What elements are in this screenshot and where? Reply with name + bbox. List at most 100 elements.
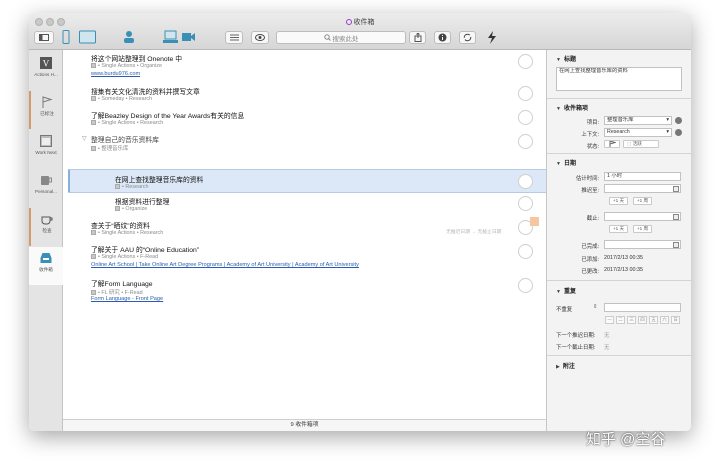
repeat-interval-field[interactable] bbox=[604, 303, 681, 312]
sidebar-item-review[interactable]: 检查 bbox=[29, 208, 63, 246]
flag-marker[interactable] bbox=[530, 217, 539, 226]
item-meta: • Single Actions • F-Read bbox=[91, 254, 158, 260]
list-icon bbox=[229, 34, 239, 41]
flag-toggle[interactable] bbox=[604, 140, 620, 148]
list-item[interactable]: 将这个网站整理到 Onenote 中 • Single Actions • Or… bbox=[63, 50, 546, 82]
due-field[interactable] bbox=[604, 212, 681, 221]
inbox-section-header[interactable]: ▼ 收件箱项 bbox=[556, 103, 588, 112]
list-item[interactable]: ▽ 整理自己的音乐资料库 • 整理音乐库 bbox=[63, 131, 546, 154]
repeat-section-header[interactable]: ▼ 重复 bbox=[556, 286, 576, 295]
status-circle[interactable] bbox=[518, 86, 533, 101]
item-title[interactable]: 了解关于 AAU 的“Online Education” bbox=[91, 244, 199, 254]
context-label: 上下文: bbox=[581, 132, 599, 138]
item-link[interactable]: www.burdu976.com bbox=[91, 71, 140, 77]
estimate-field[interactable]: 1 小时 bbox=[604, 172, 681, 181]
status-circle[interactable] bbox=[518, 174, 533, 189]
person-view-icon[interactable] bbox=[122, 30, 136, 44]
inspector-button[interactable] bbox=[434, 31, 451, 44]
list-item-selected[interactable]: 在网上查找整理音乐库的资料 • Research bbox=[68, 169, 546, 193]
weekday-button[interactable]: 六 bbox=[660, 316, 669, 324]
inbox-tray-icon bbox=[40, 253, 52, 263]
item-title[interactable]: 整理自己的音乐资料库 bbox=[91, 134, 159, 144]
calendar-icon[interactable] bbox=[673, 242, 679, 248]
added-value: 2017/2/13 00:35 bbox=[604, 255, 643, 261]
status-select[interactable]: ▢ 活跃 bbox=[623, 140, 659, 148]
view-options-button[interactable] bbox=[225, 31, 243, 44]
estimate-label: 估计时间: bbox=[575, 176, 599, 182]
search-placeholder: 搜索此处 bbox=[332, 35, 359, 43]
item-title[interactable]: 了解Beazley Design of the Year Awards有关的信息 bbox=[91, 110, 244, 120]
item-title[interactable]: 搜集有关文化清洗的资料并撰写文章 bbox=[91, 86, 200, 96]
defer-field[interactable] bbox=[604, 184, 681, 193]
item-title[interactable]: 在网上查找整理音乐库的资料 bbox=[115, 174, 203, 184]
stepper-icon[interactable]: ⇕ bbox=[593, 304, 598, 310]
list-item[interactable]: 了解Form Language • FL 研究 • F-Read Form La… bbox=[63, 275, 546, 308]
sidebar-item-personal[interactable]: Personal... bbox=[29, 169, 63, 207]
due-plus-day-button[interactable]: +1 天 bbox=[609, 225, 628, 233]
weekday-button[interactable]: 一 bbox=[605, 316, 614, 324]
ipad-view-icon[interactable] bbox=[79, 30, 96, 44]
status-circle[interactable] bbox=[518, 54, 533, 69]
weekday-button[interactable]: 二 bbox=[616, 316, 625, 324]
focus-button[interactable] bbox=[251, 31, 269, 44]
list-item[interactable]: 了解Beazley Design of the Year Awards有关的信息… bbox=[63, 107, 546, 130]
list-item[interactable]: 查关于“晒纹”的资料 • Single Actions • Research 无… bbox=[63, 217, 546, 240]
sidebar-toggle-button[interactable] bbox=[34, 31, 54, 44]
dates-section-header[interactable]: ▼ 日期 bbox=[556, 158, 576, 167]
list-item[interactable]: 根据资料进行整理 • Organize bbox=[63, 193, 546, 216]
item-title[interactable]: 查关于“晒纹”的资料 bbox=[91, 220, 150, 230]
status-circle[interactable] bbox=[518, 196, 533, 211]
item-link[interactable]: Form Language - Front Page bbox=[91, 296, 163, 302]
status-circle[interactable] bbox=[518, 110, 533, 125]
camera-view-icon[interactable] bbox=[182, 30, 195, 44]
weekday-button[interactable]: 日 bbox=[671, 316, 680, 324]
iphone-view-icon[interactable] bbox=[62, 30, 70, 44]
notes-section-header[interactable]: ▶ 附注 bbox=[556, 361, 575, 370]
clean-up-icon[interactable] bbox=[487, 31, 497, 44]
share-button[interactable] bbox=[409, 31, 426, 44]
inbox-icon bbox=[345, 19, 352, 25]
list-item[interactable]: 搜集有关文化清洗的资料并撰写文章 • Someday • Research bbox=[63, 83, 546, 106]
calendar-icon[interactable] bbox=[673, 186, 679, 192]
due-plus-week-button[interactable]: +1 周 bbox=[633, 225, 652, 233]
sync-button[interactable] bbox=[459, 31, 476, 44]
next-due-label: 下一个截止日期: bbox=[556, 345, 596, 351]
sidebar-item-inbox[interactable]: 收件箱 bbox=[29, 247, 63, 285]
laptop-view-icon[interactable] bbox=[163, 30, 178, 44]
sidebar-item-work-next[interactable]: Work Next bbox=[29, 130, 63, 168]
defer-plus-day-button[interactable]: +1 天 bbox=[609, 197, 628, 205]
item-link[interactable]: Online Art School | Take Online Art Degr… bbox=[91, 262, 359, 268]
context-select[interactable]: Research ▾ bbox=[604, 128, 672, 137]
note-icon bbox=[115, 206, 120, 211]
title-field[interactable]: 在网上查找整理音乐库的资料 bbox=[556, 67, 682, 91]
list-item[interactable]: 了解关于 AAU 的“Online Education” • Single Ac… bbox=[63, 241, 546, 274]
go-to-project-icon[interactable] bbox=[675, 117, 682, 124]
item-title[interactable]: 根据资料进行整理 bbox=[115, 196, 169, 206]
note-icon bbox=[91, 63, 96, 68]
completed-field[interactable] bbox=[604, 240, 681, 249]
defer-plus-week-button[interactable]: +1 周 bbox=[633, 197, 652, 205]
status-circle[interactable] bbox=[518, 278, 533, 293]
next-defer-value: 无 bbox=[604, 333, 610, 339]
project-select[interactable]: 整理音乐库 ▾ bbox=[604, 116, 672, 125]
repeat-select[interactable]: 不重复 bbox=[556, 305, 572, 313]
weekday-button[interactable]: 五 bbox=[649, 316, 658, 324]
weekday-button[interactable]: 四 bbox=[638, 316, 647, 324]
disclosure-triangle-icon[interactable]: ▽ bbox=[82, 135, 87, 142]
sidebar-item-actions[interactable]: V Actions H... bbox=[29, 52, 63, 90]
status-circle[interactable] bbox=[518, 134, 533, 149]
svg-text:V: V bbox=[43, 59, 50, 69]
item-title[interactable]: 了解Form Language bbox=[91, 278, 153, 288]
item-title[interactable]: 将这个网站整理到 Onenote 中 bbox=[91, 53, 182, 63]
window-icon bbox=[40, 135, 52, 147]
weekday-button[interactable]: 三 bbox=[627, 316, 636, 324]
inspector-panel: ▼ 标题 在网上查找整理音乐库的资料 ▼ 收件箱项 项目: 整理音乐库 ▾ 上下文: … bbox=[546, 50, 691, 431]
calendar-icon[interactable] bbox=[673, 214, 679, 220]
status-circle[interactable] bbox=[518, 244, 533, 259]
search-field[interactable]: 搜索此处 bbox=[276, 31, 406, 44]
chevron-down-icon: ▾ bbox=[666, 129, 669, 135]
title-section-header[interactable]: ▼ 标题 bbox=[556, 54, 576, 63]
item-meta: • FL 研究 • F-Read bbox=[91, 288, 143, 296]
sidebar-item-flagged[interactable]: 已标注 bbox=[29, 91, 63, 129]
go-to-context-icon[interactable] bbox=[675, 129, 682, 136]
